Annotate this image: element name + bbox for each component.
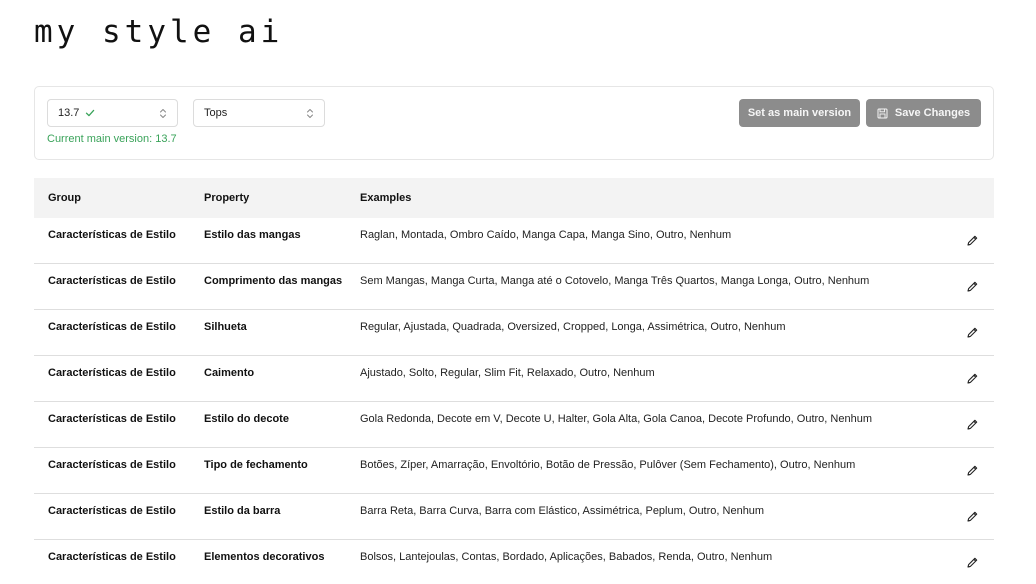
edit-pencil-icon[interactable] <box>966 234 979 247</box>
edit-pencil-icon[interactable] <box>966 510 979 523</box>
edit-pencil-icon[interactable] <box>966 280 979 293</box>
current-main-version-note: Current main version: 13.7 <box>47 133 177 145</box>
cell-property: Estilo das mangas <box>204 229 301 241</box>
cell-group: Características de Estilo <box>48 505 176 517</box>
category-select[interactable]: Tops <box>193 99 325 127</box>
save-changes-label: Save Changes <box>894 107 971 119</box>
cell-property: Elementos decorativos <box>204 551 325 563</box>
cell-property: Estilo do decote <box>204 413 289 425</box>
version-select[interactable]: 13.7 <box>47 99 178 127</box>
category-select-value: Tops <box>204 107 228 119</box>
table-row: Características de Estilo Elementos decor… <box>34 540 994 584</box>
edit-pencil-icon[interactable] <box>966 418 979 431</box>
cell-examples: Raglan, Montada, Ombro Caído, Manga Capa… <box>360 229 732 241</box>
cell-group: Características de Estilo <box>48 413 176 425</box>
header-property: Property <box>204 192 250 204</box>
chevron-up-down-icon <box>159 108 167 119</box>
cell-property: Silhueta <box>204 321 247 333</box>
header-examples: Examples <box>360 192 412 204</box>
table-body: Características de Estilo Estilo das mang… <box>34 218 994 584</box>
set-main-version-label: Set as main version <box>747 107 852 119</box>
version-control-panel: 13.7 Tops Current main version: 13.7 Set… <box>34 86 994 160</box>
cell-examples: Ajustado, Solto, Regular, Slim Fit, Rela… <box>360 367 655 379</box>
table-row: Características de Estilo Caimento Ajustad… <box>34 356 994 402</box>
cell-examples: Sem Mangas, Manga Curta, Manga até o Cot… <box>360 275 870 287</box>
header-group: Group <box>48 192 81 204</box>
cell-group: Características de Estilo <box>48 229 176 241</box>
cell-examples: Regular, Ajustada, Quadrada, Oversized, … <box>360 321 786 333</box>
cell-property: Tipo de fechamento <box>204 459 308 471</box>
cell-examples: Gola Redonda, Decote em V, Decote U, Hal… <box>360 413 872 425</box>
cell-group: Características de Estilo <box>48 367 176 379</box>
cell-property: Estilo da barra <box>204 505 281 517</box>
cell-examples: Botões, Zíper, Amarração, Envoltório, Bo… <box>360 459 856 471</box>
table-header: Group Property Examples <box>34 178 994 218</box>
version-select-value: 13.7 <box>58 107 80 119</box>
table-row: Características de Estilo Estilo das mang… <box>34 218 994 264</box>
cell-group: Características de Estilo <box>48 275 176 287</box>
cell-property: Caimento <box>204 367 255 379</box>
table-row: Características de Estilo Comprimento das… <box>34 264 994 310</box>
set-main-version-button[interactable]: Set as main version <box>739 99 860 127</box>
app-title: my style ai <box>34 14 284 50</box>
table-row: Características de Estilo Estilo da barra… <box>34 494 994 540</box>
cell-group: Características de Estilo <box>48 551 176 563</box>
check-icon <box>85 108 95 118</box>
edit-pencil-icon[interactable] <box>966 464 979 477</box>
cell-property: Comprimento das mangas <box>204 275 343 287</box>
edit-pencil-icon[interactable] <box>966 326 979 339</box>
chevron-up-down-icon <box>306 108 314 119</box>
cell-examples: Barra Reta, Barra Curva, Barra com Elást… <box>360 505 765 517</box>
edit-pencil-icon[interactable] <box>966 372 979 385</box>
cell-group: Características de Estilo <box>48 459 176 471</box>
edit-pencil-icon[interactable] <box>966 556 979 569</box>
table-row: Características de Estilo Tipo de fechame… <box>34 448 994 494</box>
save-icon <box>877 108 888 119</box>
cell-examples: Bolsos, Lantejoulas, Contas, Bordado, Ap… <box>360 551 773 563</box>
table-row: Características de Estilo Estilo do decot… <box>34 402 994 448</box>
save-changes-button[interactable]: Save Changes <box>866 99 981 127</box>
properties-table: Group Property Examples Características … <box>34 178 994 584</box>
cell-group: Características de Estilo <box>48 321 176 333</box>
table-row: Características de Estilo Silhueta Regular… <box>34 310 994 356</box>
